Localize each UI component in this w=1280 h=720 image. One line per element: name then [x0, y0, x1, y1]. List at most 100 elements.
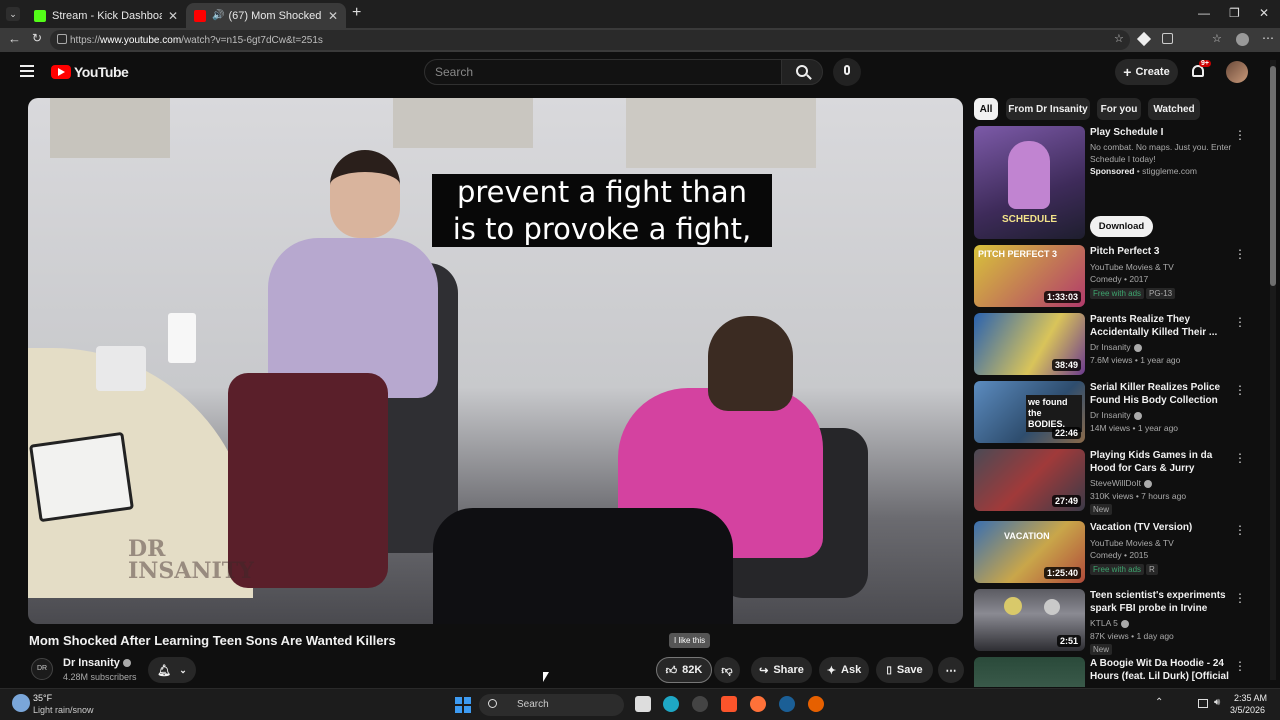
- channel-name-text: Dr Insanity: [63, 657, 120, 669]
- search-button[interactable]: [781, 59, 823, 85]
- kebab-menu-icon[interactable]: ⋮: [1234, 591, 1246, 605]
- brave-icon[interactable]: [721, 696, 737, 712]
- app-icon[interactable]: [692, 696, 708, 712]
- ask-button[interactable]: ✦ Ask: [819, 657, 869, 683]
- channel-avatar[interactable]: DR: [31, 658, 53, 680]
- task-view-icon[interactable]: [635, 696, 651, 712]
- sponsored-title[interactable]: Play Schedule I: [1090, 126, 1232, 139]
- video-title[interactable]: Teen scientist's experiments spark FBI p…: [1090, 589, 1232, 615]
- browser-menu-icon[interactable]: ⋯: [1262, 31, 1274, 45]
- list-item[interactable]: VACATION 1:25:40 Vacation (TV Version) Y…: [974, 521, 1246, 585]
- share-button[interactable]: ↪ Share: [751, 657, 812, 683]
- weather-desc[interactable]: Light rain/snow: [33, 705, 94, 715]
- video-title[interactable]: Serial Killer Realizes Police Found His …: [1090, 381, 1232, 407]
- site-info-icon[interactable]: [57, 34, 67, 44]
- tray-chevron-icon[interactable]: ⌃: [1155, 697, 1163, 708]
- video-thumbnail[interactable]: 27:49: [974, 449, 1085, 511]
- kebab-menu-icon[interactable]: ⋮: [1234, 659, 1244, 673]
- chip-all[interactable]: All: [974, 98, 998, 120]
- back-arrow-icon[interactable]: ←: [8, 31, 21, 46]
- download-button[interactable]: Download: [1090, 216, 1153, 237]
- list-item[interactable]: 2:51 Teen scientist's experiments spark …: [974, 589, 1246, 655]
- create-button[interactable]: + Create: [1115, 59, 1178, 85]
- speaker-icon[interactable]: 🔊: [212, 10, 224, 21]
- channel-name[interactable]: YouTube Movies & TV: [1090, 261, 1174, 273]
- profile-avatar-icon[interactable]: [1236, 33, 1249, 46]
- firefox-alt-icon[interactable]: [808, 696, 824, 712]
- tab-kick-dashboard[interactable]: Stream - Kick Dashboard ✕: [26, 3, 186, 28]
- hamburger-menu-icon[interactable]: [20, 65, 34, 77]
- video-title[interactable]: Vacation (TV Version): [1090, 521, 1232, 534]
- edge-icon[interactable]: [663, 696, 679, 712]
- sidebar-scrollbar[interactable]: [1270, 60, 1276, 680]
- kebab-menu-icon[interactable]: ⋮: [1234, 451, 1246, 465]
- kebab-menu-icon[interactable]: ⋮: [1234, 315, 1246, 329]
- rating-badge: PG-13: [1146, 288, 1176, 299]
- sponsored-thumbnail[interactable]: SCHEDULE: [974, 126, 1085, 239]
- video-thumbnail[interactable]: [974, 657, 1085, 687]
- windows-start-icon[interactable]: [455, 697, 471, 713]
- bookmark-star-icon[interactable]: ☆: [1114, 32, 1124, 45]
- video-title[interactable]: Parents Realize They Accidentally Killed…: [1090, 313, 1232, 339]
- video-thumbnail[interactable]: PITCH PERFECT 3 1:33:03: [974, 245, 1085, 307]
- channel-name[interactable]: Dr Insanity: [1090, 341, 1142, 353]
- restore-icon[interactable]: ❐: [1229, 6, 1240, 20]
- channel-name[interactable]: SteveWillDoIt: [1090, 477, 1153, 489]
- favorites-icon[interactable]: ☆: [1212, 32, 1222, 45]
- kebab-menu-icon[interactable]: ⋮: [1234, 247, 1246, 261]
- channel-name[interactable]: KTLA 5: [1090, 617, 1129, 629]
- puzzle-icon[interactable]: [1162, 33, 1173, 44]
- video-title[interactable]: Playing Kids Games in da Hood for Cars &…: [1090, 449, 1232, 475]
- list-item[interactable]: 38:49 Parents Realize They Accidentally …: [974, 313, 1246, 377]
- kebab-menu-icon[interactable]: ⋮: [1234, 128, 1246, 142]
- kebab-menu-icon[interactable]: ⋮: [1234, 523, 1246, 537]
- tab-youtube-video[interactable]: 🔊 (67) Mom Shocked After Learn ✕: [186, 3, 346, 28]
- voice-search-button[interactable]: [833, 58, 861, 86]
- chip-from-dr-insanity[interactable]: From Dr Insanity: [1006, 98, 1090, 120]
- list-item[interactable]: PITCH PERFECT 3 1:33:03 Pitch Perfect 3 …: [974, 245, 1246, 309]
- more-actions-button[interactable]: ⋯: [938, 657, 964, 683]
- address-bar[interactable]: https://www.youtube.com/watch?v=n15-6gt7…: [50, 30, 1130, 50]
- chip-for-you[interactable]: For you: [1097, 98, 1141, 120]
- account-avatar[interactable]: [1226, 61, 1248, 83]
- subscription-bell-button[interactable]: 🔔︎ ⌄: [148, 657, 196, 683]
- weather-icon[interactable]: [12, 694, 30, 712]
- video-thumbnail[interactable]: we found the BODIES. 22:46: [974, 381, 1085, 443]
- steam-icon[interactable]: [779, 696, 795, 712]
- channel-name[interactable]: YouTube Movies & TV: [1090, 537, 1174, 549]
- dislike-button[interactable]: 👎︎: [714, 657, 740, 683]
- clock-time[interactable]: 2:35 AM: [1234, 693, 1267, 703]
- reload-icon[interactable]: ↻: [32, 31, 42, 45]
- save-button[interactable]: ▯ Save: [876, 657, 933, 683]
- youtube-logo[interactable]: YouTube: [51, 64, 129, 80]
- channel-name[interactable]: Dr Insanity: [63, 657, 131, 669]
- list-item[interactable]: we found the BODIES. 22:46 Serial Killer…: [974, 381, 1246, 445]
- video-title[interactable]: Pitch Perfect 3: [1090, 245, 1232, 258]
- firefox-icon[interactable]: [750, 696, 766, 712]
- new-tab-plus-icon[interactable]: +: [352, 4, 361, 22]
- taskbar-search[interactable]: Search: [479, 694, 624, 716]
- video-title[interactable]: A Boogie Wit Da Hoodie - 24 Hours (feat.…: [1090, 657, 1232, 687]
- sponsored-card[interactable]: SCHEDULE Play Schedule I No combat. No m…: [974, 126, 1246, 241]
- video-thumbnail[interactable]: 2:51: [974, 589, 1085, 651]
- like-button[interactable]: 👍︎ 82K: [656, 657, 712, 683]
- clock-date[interactable]: 3/5/2026: [1230, 705, 1265, 715]
- close-tab-icon[interactable]: ✕: [168, 9, 178, 23]
- notifications-badge: 9+: [1199, 60, 1211, 67]
- weather-temp[interactable]: 35°F: [33, 693, 52, 703]
- video-thumbnail[interactable]: VACATION 1:25:40: [974, 521, 1085, 583]
- close-tab-icon[interactable]: ✕: [328, 9, 338, 23]
- close-window-icon[interactable]: ✕: [1259, 6, 1269, 20]
- chip-watched[interactable]: Watched: [1148, 98, 1200, 120]
- channel-name[interactable]: Dr Insanity: [1090, 409, 1142, 421]
- tray-icons[interactable]: 🔊︎: [1178, 697, 1226, 709]
- tab-list-chevron-icon[interactable]: ⌄: [6, 7, 20, 21]
- kebab-menu-icon[interactable]: ⋮: [1234, 383, 1246, 397]
- list-item[interactable]: A Boogie Wit Da Hoodie - 24 Hours (feat.…: [974, 657, 1244, 687]
- minimize-icon[interactable]: —: [1198, 6, 1210, 20]
- search-input[interactable]: Search: [424, 59, 782, 85]
- notifications-button[interactable]: 9+: [1190, 60, 1211, 82]
- list-item[interactable]: 27:49 Playing Kids Games in da Hood for …: [974, 449, 1246, 515]
- video-thumbnail[interactable]: 38:49: [974, 313, 1085, 375]
- extension-icon[interactable]: [1136, 31, 1152, 47]
